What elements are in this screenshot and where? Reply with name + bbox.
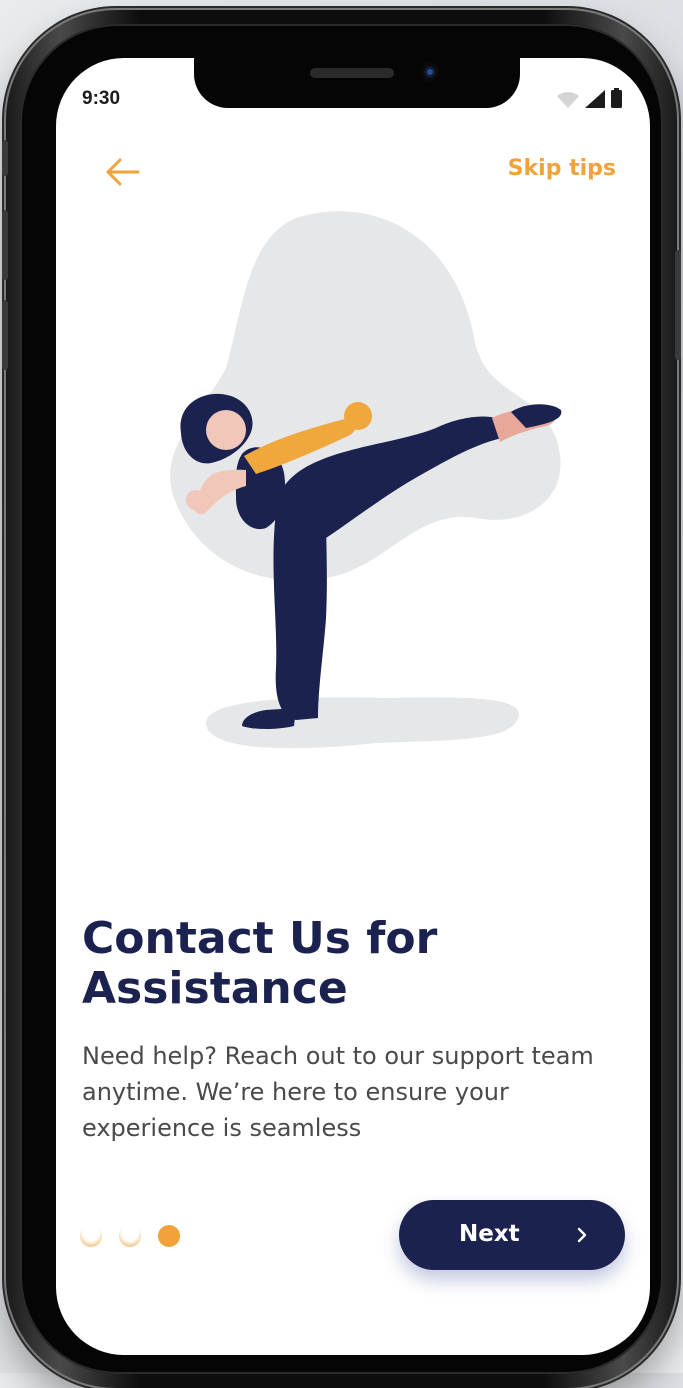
arrow-left-icon	[106, 158, 140, 186]
page-description: Need help? Reach out to our support team…	[82, 1042, 594, 1142]
status-icons	[557, 88, 622, 108]
cellular-signal-icon	[585, 90, 605, 108]
chevron-right-icon	[577, 1227, 587, 1243]
battery-icon	[611, 88, 622, 108]
pagination-dot-3-active[interactable]	[158, 1225, 180, 1247]
standing-leg	[273, 498, 327, 720]
next-button[interactable]: Next	[399, 1200, 625, 1270]
front-camera	[421, 63, 439, 81]
next-button-label: Next	[459, 1221, 520, 1247]
power-button	[675, 250, 681, 360]
skip-tips-button[interactable]: Skip tips	[508, 156, 616, 181]
speaker-grille	[310, 68, 394, 78]
prosthetic-fist	[344, 402, 372, 430]
face	[206, 410, 246, 450]
pagination-dot-2[interactable]	[119, 1225, 141, 1247]
page-title: Contact Us for Assistance	[82, 913, 438, 1014]
notch	[194, 58, 520, 108]
volume-down-button	[2, 300, 8, 370]
pagination-dots	[80, 1225, 180, 1247]
back-button[interactable]	[100, 150, 144, 194]
raised-fist	[186, 490, 206, 510]
screen: 9:30 Skip tips Contact Us for Assistance…	[56, 58, 650, 1355]
phone-frame: 9:30 Skip tips Contact Us for Assistance…	[2, 10, 681, 1388]
volume-up-button	[2, 210, 8, 280]
kick-illustration	[170, 211, 562, 749]
pagination-dot-1[interactable]	[80, 1225, 102, 1247]
wifi-icon	[557, 92, 579, 108]
status-time: 9:30	[82, 88, 121, 109]
volume-button	[2, 140, 8, 176]
